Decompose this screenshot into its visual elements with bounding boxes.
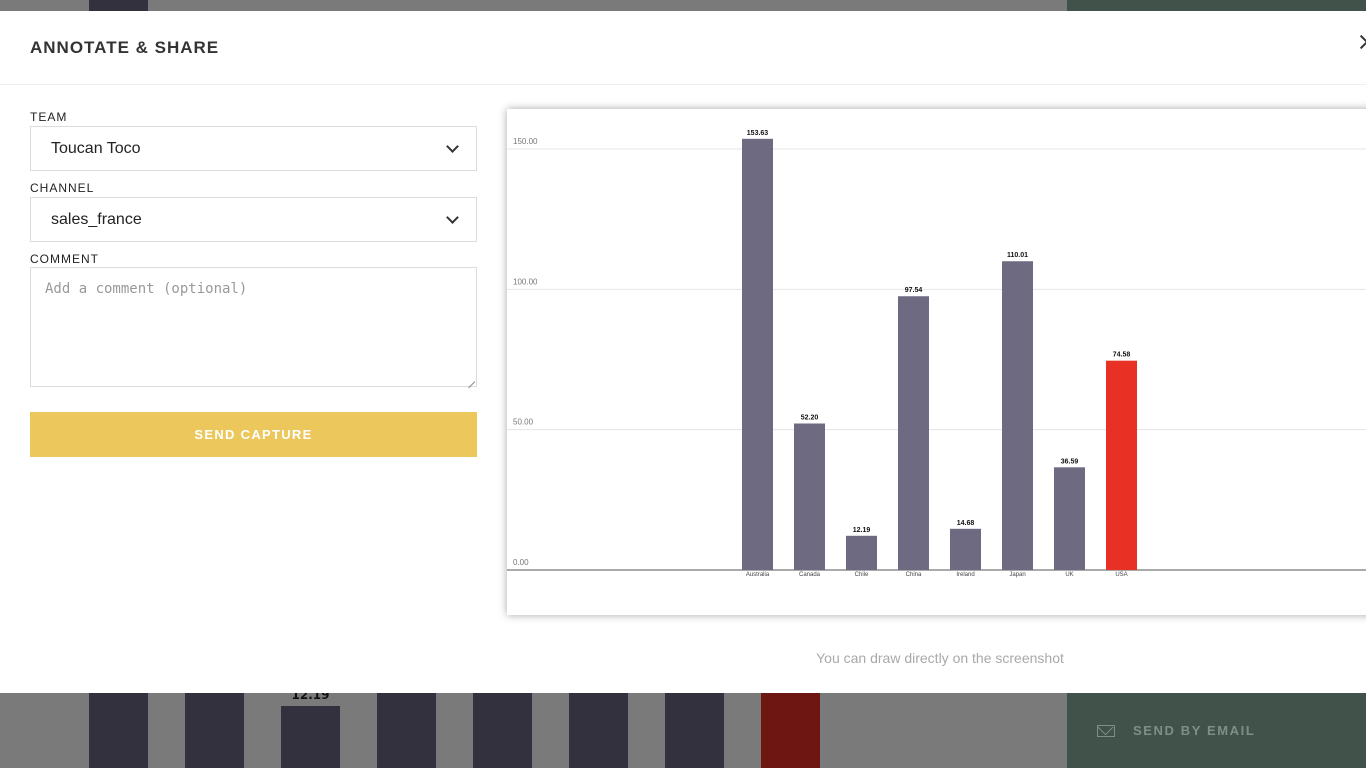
background-bar: [281, 706, 340, 768]
bar-value-label: 97.54: [905, 287, 923, 294]
x-tick-label: Japan: [1009, 572, 1025, 578]
x-tick-label: Ireland: [956, 572, 974, 578]
channel-select[interactable]: sales_france: [30, 197, 477, 242]
team-select[interactable]: Toucan Toco: [30, 126, 477, 171]
annotate-share-modal: ANNOTATE & SHARE TEAM Toucan Toco CHANNE…: [0, 11, 1366, 693]
x-tick-label: Chile: [855, 572, 869, 578]
bar-canada: [794, 423, 825, 570]
x-tick-label: USA: [1115, 572, 1127, 578]
send-capture-button[interactable]: SEND CAPTURE: [30, 412, 477, 457]
share-form: TEAM Toucan Toco CHANNEL sales_france CO…: [30, 110, 477, 457]
background-bar: [185, 693, 244, 768]
background-bar: [569, 693, 628, 768]
send-by-email-button[interactable]: SEND BY EMAIL: [1067, 693, 1366, 768]
background-bar: [665, 693, 724, 768]
bar-value-label: 52.20: [801, 414, 819, 421]
y-tick-label: 50.00: [513, 418, 534, 427]
y-tick-label: 0.00: [513, 558, 529, 567]
send-by-email-label: SEND BY EMAIL: [1133, 723, 1256, 738]
chevron-down-icon: [446, 140, 459, 153]
background-panel-top: [1067, 0, 1366, 11]
team-label: TEAM: [30, 110, 68, 124]
channel-value: sales_france: [51, 210, 142, 228]
bar-value-label: 153.63: [747, 130, 769, 137]
chevron-down-icon: [446, 211, 459, 224]
resize-handle[interactable]: [467, 377, 475, 385]
comment-label: COMMENT: [30, 252, 99, 266]
background-bar: [473, 693, 532, 768]
draw-hint: You can draw directly on the screenshot: [816, 650, 1064, 666]
comment-wrapper: [30, 267, 477, 387]
x-tick-label: China: [906, 572, 922, 578]
mail-icon: [1097, 724, 1115, 737]
close-icon[interactable]: [1358, 31, 1366, 53]
background-bar-top: [89, 0, 148, 11]
bar-value-label: 74.58: [1113, 352, 1131, 359]
x-tick-label: Canada: [799, 572, 821, 578]
channel-label: CHANNEL: [30, 181, 95, 195]
bar-value-label: 14.68: [957, 520, 975, 527]
screenshot-canvas[interactable]: 0.00 50.00 100.00 150.00 153.63 Australia 52.2…: [507, 109, 1366, 615]
modal-title: ANNOTATE & SHARE: [30, 38, 220, 57]
bar-japan: [1002, 261, 1033, 570]
bar-usa: [1106, 360, 1137, 570]
team-value: Toucan Toco: [51, 139, 141, 157]
background-bar: [377, 693, 436, 768]
background-bar-highlight: [761, 693, 820, 768]
bar-australia: [742, 138, 773, 570]
background-bar: [89, 693, 148, 768]
bar-value-label: 36.59: [1061, 458, 1079, 465]
y-tick-label: 100.00: [513, 277, 538, 286]
bar-value-label: 12.19: [853, 527, 871, 534]
bar-chart: 0.00 50.00 100.00 150.00 153.63 Australia 52.2…: [507, 130, 1366, 578]
bar-uk: [1054, 467, 1085, 570]
y-tick-label: 150.00: [513, 137, 538, 146]
bar-china: [898, 296, 929, 570]
x-tick-label: UK: [1065, 572, 1073, 578]
modal-header: ANNOTATE & SHARE: [0, 11, 1366, 85]
bar-value-label: 110.01: [1007, 252, 1028, 259]
bar-chile: [846, 535, 877, 570]
comment-textarea[interactable]: [30, 267, 477, 387]
x-tick-label: Australia: [746, 572, 770, 578]
bar-ireland: [950, 528, 981, 570]
